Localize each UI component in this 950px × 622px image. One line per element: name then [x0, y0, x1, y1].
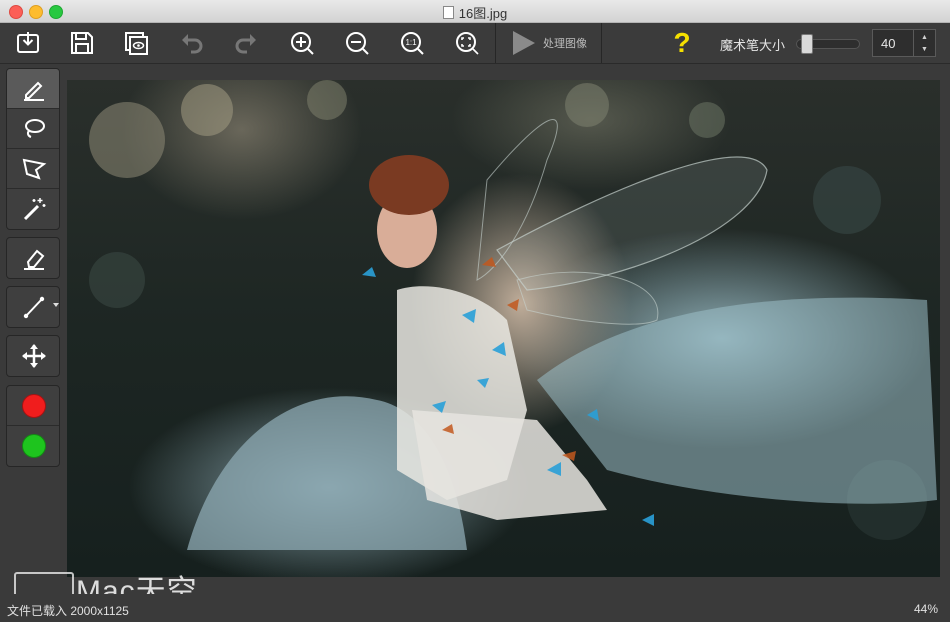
pencil-tool[interactable] [7, 69, 59, 109]
chevron-down-icon[interactable] [53, 303, 59, 307]
red-color-swatch [22, 393, 46, 418]
move-group [6, 335, 60, 377]
zoom-level-status: 44% [913, 602, 938, 616]
preview-icon [125, 32, 148, 55]
selection-tools-group [6, 68, 60, 230]
save-icon [71, 32, 93, 54]
undo-button[interactable] [176, 27, 208, 59]
brush-size-input[interactable]: 40 [872, 29, 914, 57]
pencil-icon [24, 81, 44, 101]
save-button[interactable] [66, 27, 98, 59]
line-group [6, 286, 60, 328]
stepper-down-icon[interactable]: ▼ [914, 44, 935, 56]
preview-button[interactable] [120, 27, 152, 59]
color-group [6, 385, 60, 467]
lasso-tool[interactable] [7, 109, 59, 149]
brush-size-stepper[interactable]: ▲ ▼ [914, 29, 936, 57]
lasso-icon [25, 118, 45, 138]
move-tool[interactable] [7, 336, 59, 376]
fit-screen-icon [456, 32, 479, 55]
window-title-text: 16图.jpg [458, 6, 508, 21]
document-icon [442, 6, 454, 19]
photo-scene [89, 80, 937, 550]
eraser-group [6, 237, 60, 279]
undo-icon [182, 34, 203, 54]
toolbar: 1:1 处理图像 ? 魔术笔大小 40 ▲ ▼ [0, 23, 950, 64]
tool-panel [0, 64, 67, 594]
magic-wand-tool[interactable] [7, 189, 59, 229]
image-canvas[interactable] [67, 80, 940, 577]
stepper-up-icon[interactable]: ▲ [914, 32, 935, 44]
magic-wand-icon [23, 198, 46, 221]
line-tool[interactable] [7, 287, 59, 327]
brush-size-slider[interactable] [796, 34, 860, 54]
line-icon [23, 296, 45, 319]
actual-size-text: 1:1 [405, 38, 417, 47]
play-icon [513, 31, 535, 55]
eraser-tool[interactable] [7, 238, 59, 278]
process-image-label: 处理图像 [543, 38, 587, 50]
zoom-out-icon [346, 32, 369, 55]
polygon-lasso-tool[interactable] [7, 149, 59, 189]
polygon-lasso-icon [22, 158, 47, 180]
import-button[interactable] [12, 27, 44, 59]
redo-button[interactable] [230, 27, 262, 59]
status-bar: 文件已载入 2000x1125 44% [0, 594, 950, 622]
actual-size-button[interactable]: 1:1 [396, 27, 428, 59]
zoom-out-button[interactable] [341, 27, 373, 59]
redo-icon [235, 34, 256, 54]
process-image-button[interactable]: 处理图像 [505, 27, 597, 59]
import-icon [17, 32, 39, 53]
title-bar: 16图.jpg [0, 0, 950, 23]
zoom-in-button[interactable] [286, 27, 318, 59]
eraser-icon [24, 249, 45, 270]
file-info-status: 文件已载入 2000x1125 [7, 604, 129, 618]
brush-size-label: 魔术笔大小 [720, 38, 786, 53]
toolbar-divider [495, 23, 496, 63]
move-icon [22, 344, 46, 368]
slider-thumb[interactable] [801, 34, 814, 54]
toolbar-divider [601, 23, 602, 63]
window-title: 16图.jpg [0, 3, 950, 22]
fit-screen-button[interactable] [451, 27, 483, 59]
green-color-swatch [22, 434, 46, 458]
green-color-button[interactable] [7, 426, 59, 466]
actual-size-icon: 1:1 [401, 32, 424, 55]
zoom-in-icon [291, 32, 314, 55]
red-color-button[interactable] [7, 386, 59, 426]
help-button[interactable]: ? [668, 25, 696, 61]
app-window: 16图.jpg 1:1 处理图像 ? 魔术笔大小 40 ▲ ▼ Mac天空 文件… [0, 0, 950, 622]
